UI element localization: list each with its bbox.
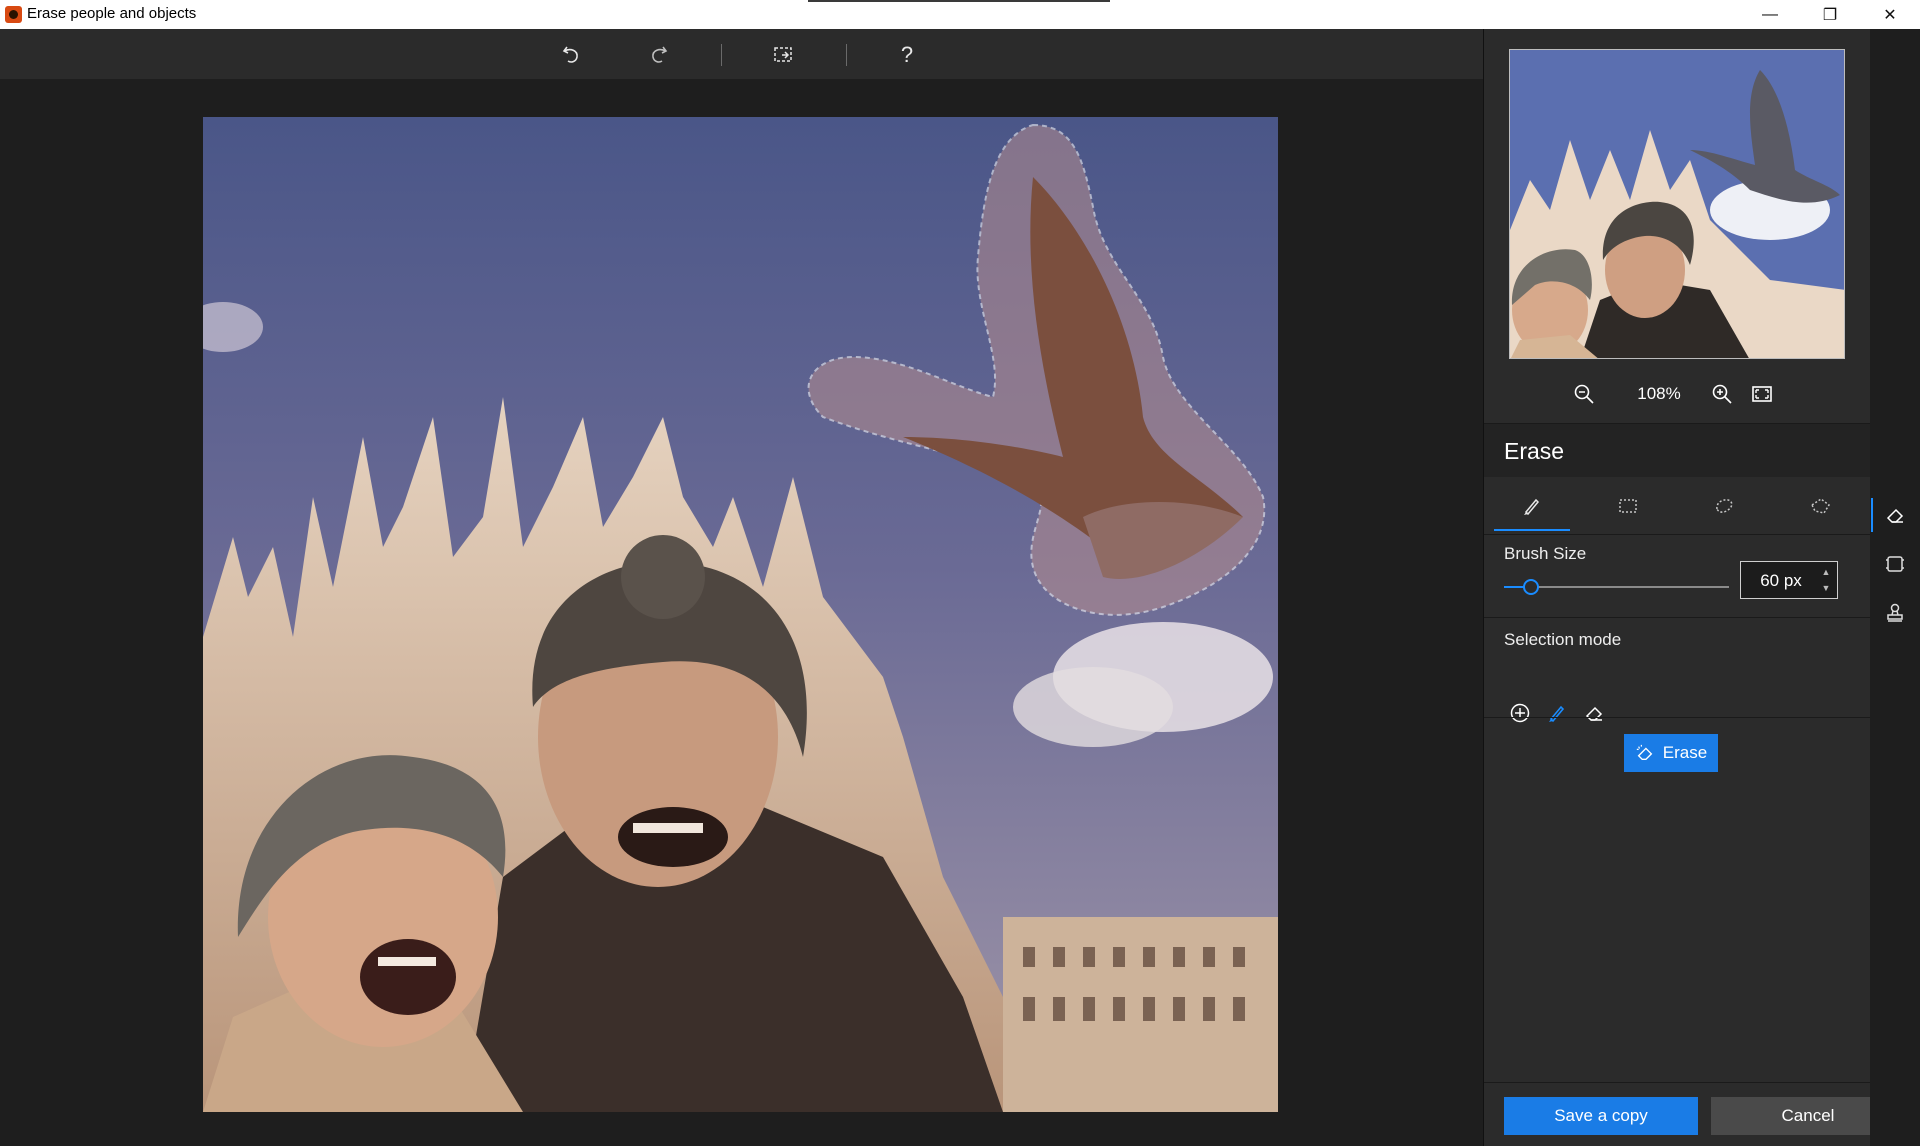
lasso-icon bbox=[1716, 499, 1733, 513]
polygon-lasso-icon bbox=[1811, 498, 1831, 514]
brush-size-slider[interactable] bbox=[1504, 577, 1729, 597]
tab-lasso[interactable] bbox=[1686, 479, 1762, 533]
slider-thumb[interactable] bbox=[1523, 579, 1539, 595]
selection-mode-label: Selection mode bbox=[1504, 630, 1622, 649]
eraser-icon[interactable] bbox=[1871, 498, 1912, 532]
divider bbox=[1484, 617, 1871, 618]
maximize-button[interactable]: ❐ bbox=[1800, 0, 1860, 29]
app-logo-icon bbox=[5, 6, 22, 23]
tab-brush[interactable] bbox=[1494, 479, 1570, 533]
side-panel: 108% Erase Brush Size 60 px ▲ ▼ Selectio… bbox=[1483, 29, 1905, 1146]
erase-button[interactable]: Erase bbox=[1624, 734, 1718, 772]
redo-icon[interactable] bbox=[641, 38, 675, 72]
magic-eraser-icon bbox=[1636, 744, 1653, 761]
tab-rectangle-select[interactable] bbox=[1590, 479, 1666, 533]
close-button[interactable]: ✕ bbox=[1860, 0, 1920, 29]
erase-section-header: Erase bbox=[1484, 423, 1871, 477]
zoom-level: 108% bbox=[1637, 384, 1681, 403]
compare-icon[interactable] bbox=[766, 38, 800, 72]
top-toolbar: ? bbox=[0, 29, 1483, 79]
add-selection-icon[interactable] bbox=[1504, 697, 1536, 729]
help-button[interactable]: ? bbox=[890, 38, 924, 72]
zoom-in-icon[interactable] bbox=[1706, 378, 1738, 410]
zoom-out-icon[interactable] bbox=[1568, 378, 1600, 410]
divider bbox=[1484, 534, 1871, 535]
save-copy-button[interactable]: Save a copy bbox=[1504, 1097, 1698, 1135]
zoom-controls: 108% bbox=[1484, 374, 1871, 414]
brush-size-label: Brush Size bbox=[1504, 544, 1587, 563]
title-bar: Erase people and objects — ❐ ✕ bbox=[0, 0, 1920, 29]
erase-button-label: Erase bbox=[1662, 743, 1708, 762]
undo-icon[interactable] bbox=[555, 38, 589, 72]
rectangle-select-icon bbox=[1619, 499, 1637, 513]
selection-tool-tabs bbox=[1484, 479, 1871, 533]
canvas-area: ? bbox=[0, 29, 1483, 1146]
divider bbox=[1484, 717, 1871, 718]
brush-icon bbox=[1524, 498, 1540, 516]
edited-photo[interactable] bbox=[203, 117, 1278, 1112]
eraser-mode-icon[interactable] bbox=[1578, 697, 1610, 729]
window-title: Erase people and objects bbox=[27, 5, 197, 22]
tab-polygon-lasso[interactable] bbox=[1782, 479, 1858, 533]
brush-mode-icon[interactable] bbox=[1541, 697, 1573, 729]
title-strip bbox=[808, 0, 1110, 2]
panel-footer: Save a copy Cancel bbox=[1484, 1082, 1905, 1146]
preview-thumbnail[interactable] bbox=[1509, 49, 1845, 359]
minimize-button[interactable]: — bbox=[1740, 0, 1800, 29]
stamp-icon[interactable] bbox=[1878, 596, 1912, 630]
increment-icon[interactable]: ▲ bbox=[1819, 565, 1833, 579]
toolbar-separator bbox=[721, 44, 722, 66]
crop-icon[interactable] bbox=[1878, 547, 1912, 581]
toolbar-separator bbox=[846, 44, 847, 66]
tool-rail bbox=[1870, 29, 1920, 1146]
brush-size-value: 60 px bbox=[1760, 571, 1802, 590]
section-title: Erase bbox=[1504, 438, 1565, 464]
brush-size-field[interactable]: 60 px ▲ ▼ bbox=[1740, 561, 1838, 599]
fit-to-screen-icon[interactable] bbox=[1746, 378, 1778, 410]
decrement-icon[interactable]: ▼ bbox=[1819, 581, 1833, 595]
